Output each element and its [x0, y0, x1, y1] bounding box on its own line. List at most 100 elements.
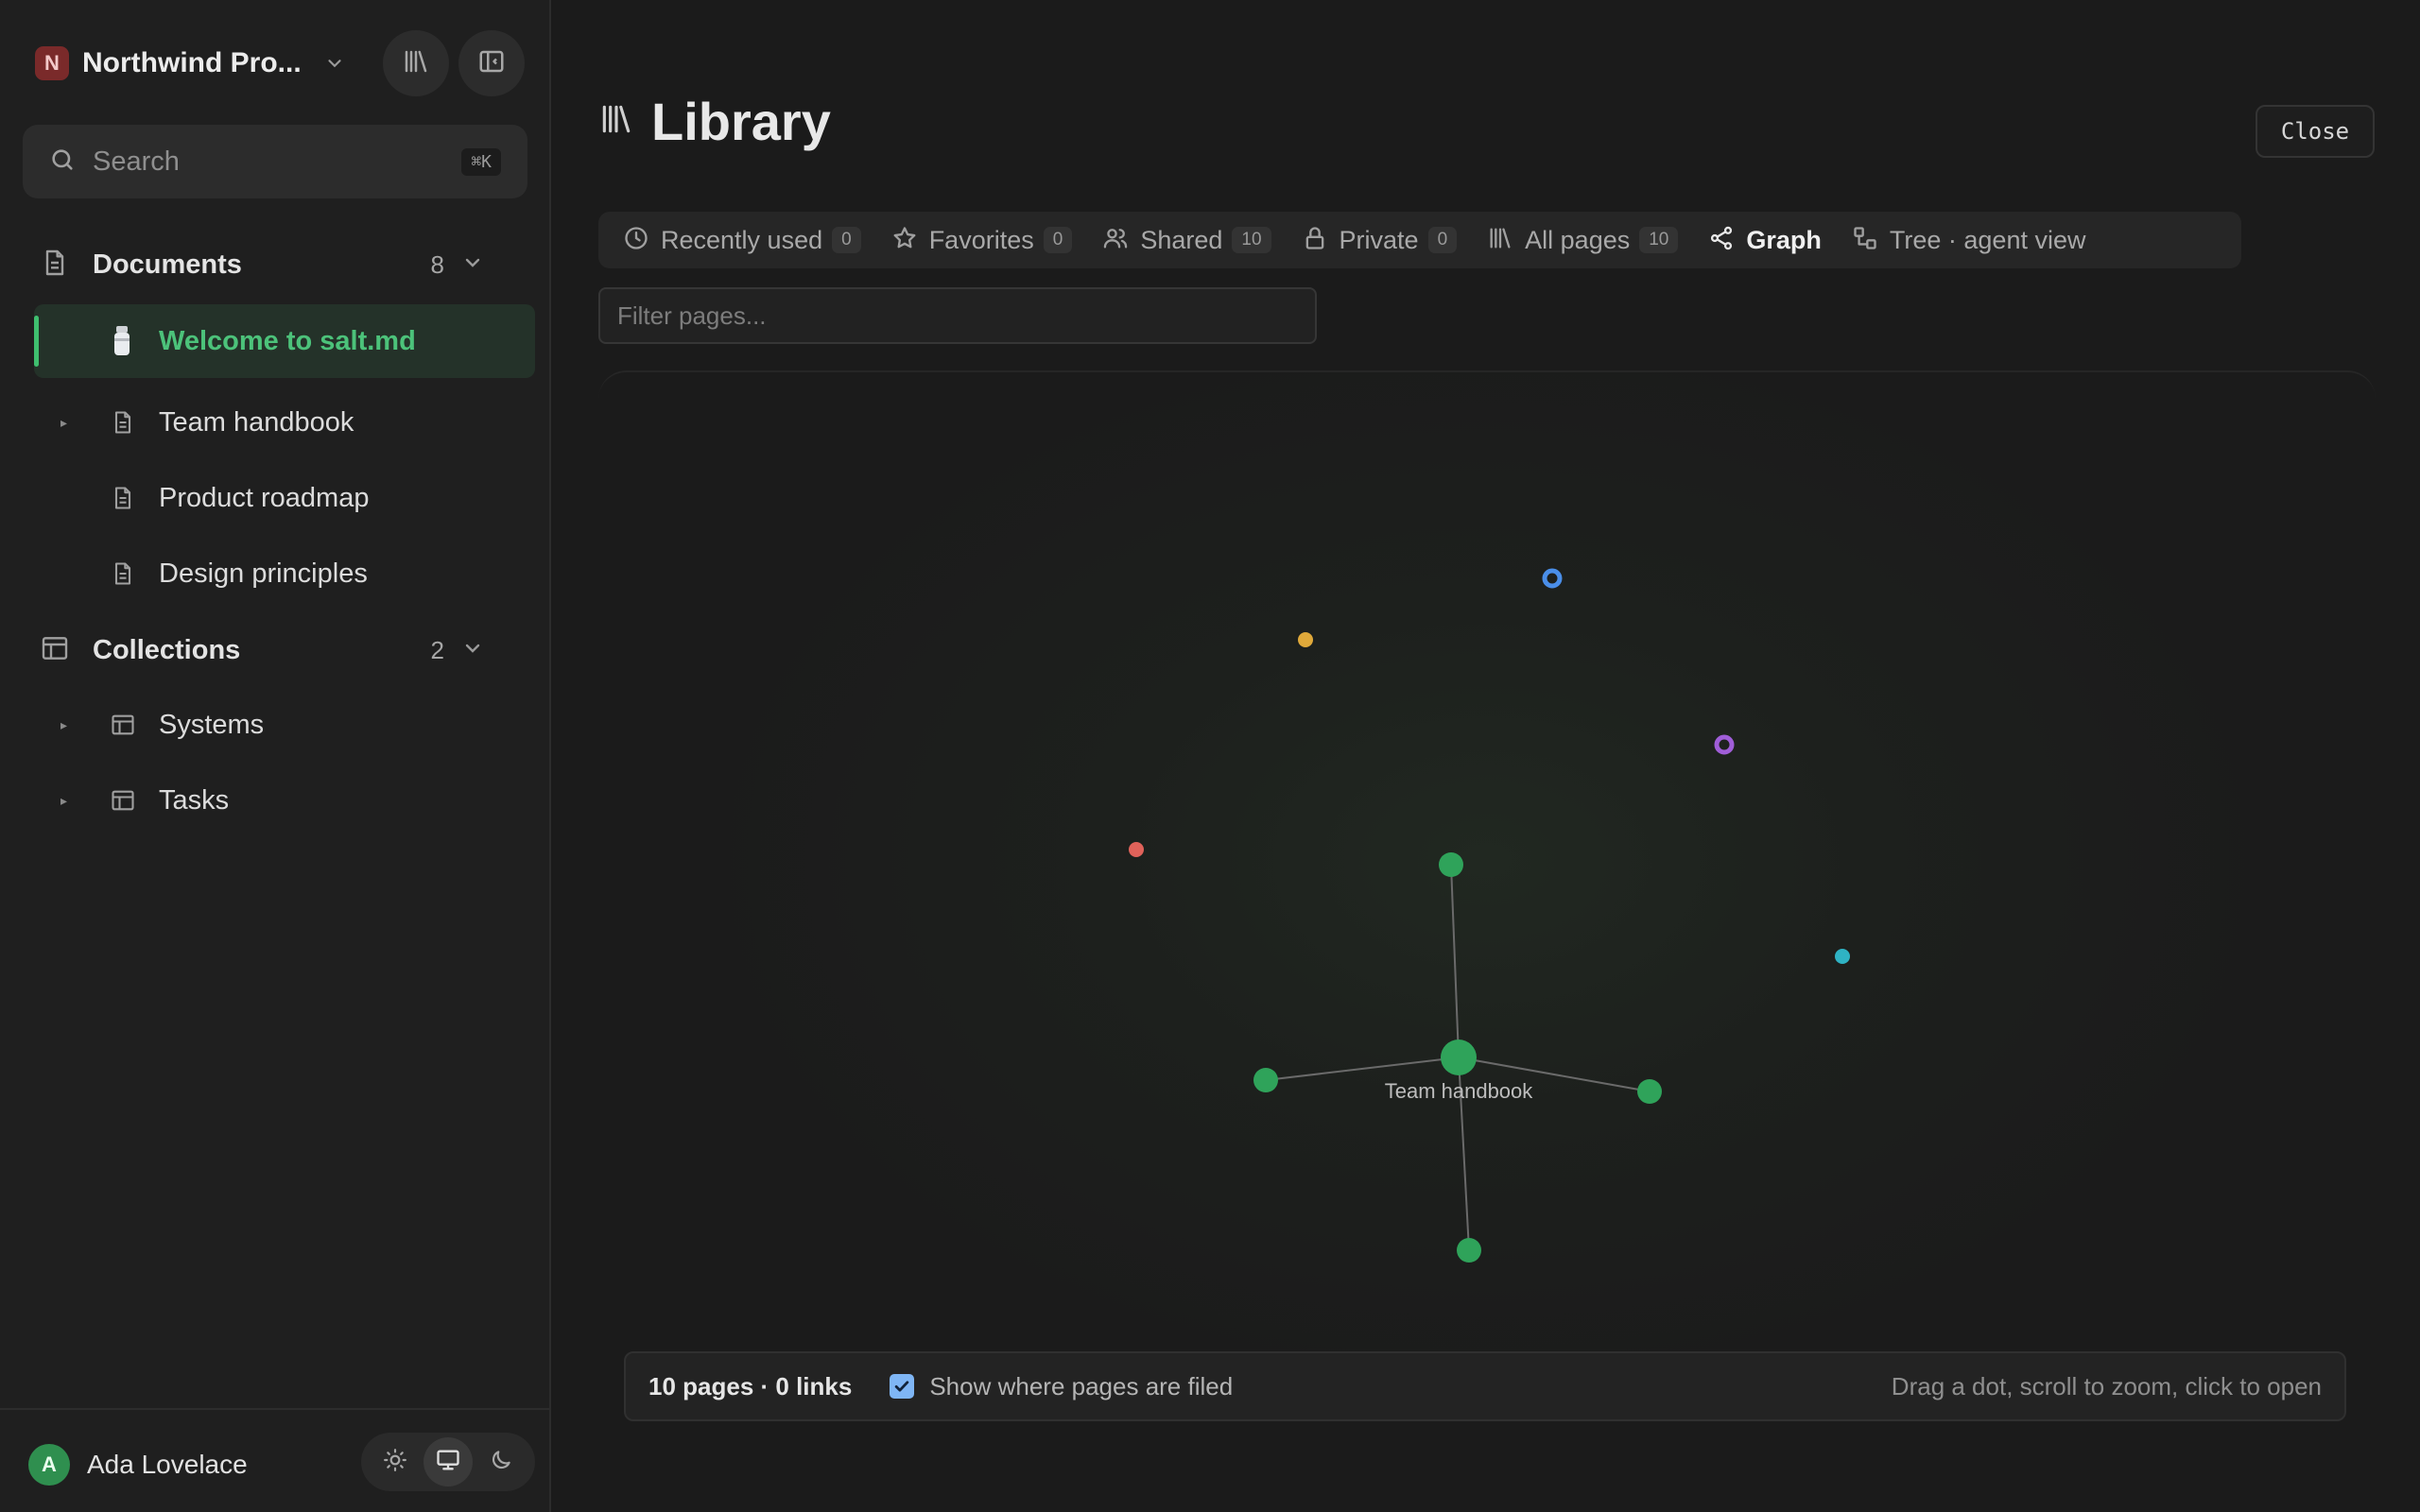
graph-node-team-handbook[interactable]	[1441, 1040, 1477, 1075]
graph-canvas[interactable]: Team handbook	[598, 370, 2376, 1457]
sidebar-item-design-principles[interactable]: Design principles	[34, 537, 535, 610]
chevron-down-icon	[461, 251, 484, 279]
tab-private[interactable]: Private 0	[1287, 217, 1473, 263]
graph-nodes[interactable]	[1129, 568, 1850, 1263]
chevron-down-icon	[322, 51, 347, 76]
sidebar-toggle-icon	[477, 47, 506, 80]
graph-node[interactable]	[1457, 1238, 1481, 1263]
collapse-sidebar-button[interactable]	[458, 30, 525, 96]
tab-label: Graph	[1746, 225, 1822, 254]
workspace-switcher[interactable]: N Northwind Pro...	[35, 40, 347, 87]
collections-icon	[40, 633, 70, 668]
sidebar-item-team-handbook[interactable]: ▸ Team handbook	[34, 386, 535, 459]
sidebar-item-label: Product roadmap	[159, 482, 370, 513]
section-documents[interactable]: Documents 8	[40, 236, 484, 293]
user-name[interactable]: Ada Lovelace	[87, 1450, 248, 1480]
dark-theme-button[interactable]	[476, 1437, 526, 1486]
tab-count: 10	[1232, 227, 1271, 253]
library-icon	[598, 101, 634, 142]
close-button[interactable]: Close	[2256, 105, 2375, 158]
tab-label: Shared	[1140, 225, 1223, 254]
table-icon	[110, 787, 136, 814]
tab-tree-agent-view[interactable]: Tree · agent view	[1837, 217, 2101, 263]
graph-node[interactable]	[1298, 632, 1313, 647]
graph-footer: 10 pages · 0 links Show where pages are …	[624, 1351, 2346, 1421]
table-icon	[110, 712, 136, 738]
sidebar-item-label: Welcome to salt.md	[159, 325, 416, 356]
show-filed-checkbox[interactable]	[890, 1374, 915, 1399]
workspace-badge: N	[35, 46, 69, 80]
graph-icon	[1708, 225, 1735, 256]
show-filed-label[interactable]: Show where pages are filed	[929, 1372, 1891, 1401]
expand-caret-icon[interactable]: ▸	[60, 793, 67, 809]
chevron-down-icon	[461, 637, 484, 664]
document-icon	[110, 409, 136, 436]
graph-node[interactable]	[1439, 852, 1463, 877]
system-theme-button[interactable]	[424, 1437, 473, 1486]
tab-recently-used[interactable]: Recently used 0	[608, 217, 876, 263]
star-icon	[891, 225, 918, 256]
graph-edge	[1265, 1057, 1460, 1081]
graph-edge	[1450, 864, 1460, 1058]
sidebar-item-systems[interactable]: ▸ Systems	[34, 688, 535, 762]
library-icon	[402, 47, 430, 80]
filter-placeholder: Filter pages...	[617, 301, 767, 330]
graph-node-label: Team handbook	[1385, 1079, 1534, 1103]
library-button[interactable]	[383, 30, 449, 96]
tab-graph[interactable]: Graph	[1693, 217, 1837, 263]
main-content: Library Close Recently used 0 Favorites …	[553, 0, 2420, 1512]
section-collections-label: Collections	[93, 634, 241, 665]
section-documents-label: Documents	[93, 249, 242, 280]
sun-icon	[383, 1448, 407, 1477]
tab-all-pages[interactable]: All pages 10	[1472, 217, 1693, 263]
graph-hint: Drag a dot, scroll to zoom, click to ope…	[1891, 1371, 2322, 1400]
search-placeholder: Search	[93, 146, 180, 177]
search-shortcut: ⌘K	[461, 147, 501, 176]
tab-label: All pages	[1525, 225, 1631, 254]
page-header: Library	[598, 91, 831, 152]
graph-node[interactable]	[1835, 949, 1850, 964]
document-icon	[110, 485, 136, 511]
sidebar-item-label: Design principles	[159, 558, 368, 589]
tree-icon	[1852, 225, 1878, 256]
sidebar-item-tasks[interactable]: ▸ Tasks	[34, 764, 535, 837]
sidebar: N Northwind Pro... Search ⌘K Documents 8	[0, 0, 551, 1512]
moon-icon	[489, 1448, 513, 1477]
section-collections[interactable]: Collections 2	[40, 622, 484, 679]
tab-label: Private	[1339, 225, 1419, 254]
sidebar-item-label: Team handbook	[159, 406, 354, 438]
graph-node[interactable]	[1542, 568, 1563, 589]
graph-node[interactable]	[1129, 842, 1144, 857]
library-icon	[1487, 225, 1513, 256]
section-collections-count: 2	[430, 635, 444, 664]
documents-icon	[40, 248, 70, 283]
tab-label: Recently used	[661, 225, 823, 254]
graph-node[interactable]	[1253, 1068, 1278, 1092]
sidebar-item-product-roadmap[interactable]: Product roadmap	[34, 461, 535, 535]
tab-label: Tree · agent view	[1889, 225, 2086, 254]
avatar[interactable]: A	[28, 1444, 70, 1486]
check-icon	[895, 1381, 909, 1392]
tab-count: 0	[1043, 227, 1073, 253]
document-icon	[110, 560, 136, 587]
tab-favorites[interactable]: Favorites 0	[876, 217, 1088, 263]
light-theme-button[interactable]	[371, 1437, 420, 1486]
theme-switcher	[361, 1433, 535, 1491]
expand-caret-icon[interactable]: ▸	[60, 415, 67, 431]
section-documents-count: 8	[430, 249, 444, 279]
sidebar-footer: A Ada Lovelace	[0, 1408, 551, 1512]
salt-shaker-icon	[110, 325, 134, 357]
filter-pages-input[interactable]: Filter pages...	[598, 287, 1317, 344]
library-tabs: Recently used 0 Favorites 0 Shared 10 Pr…	[598, 212, 2241, 268]
users-icon	[1102, 225, 1129, 256]
graph-svg[interactable]: Team handbook	[598, 372, 2376, 1457]
expand-caret-icon[interactable]: ▸	[60, 717, 67, 733]
graph-node[interactable]	[1714, 734, 1735, 755]
monitor-icon	[435, 1447, 461, 1478]
tab-shared[interactable]: Shared 10	[1087, 217, 1286, 263]
search-input[interactable]: Search ⌘K	[23, 125, 527, 198]
graph-node[interactable]	[1637, 1079, 1662, 1104]
tab-label: Favorites	[928, 225, 1034, 254]
page-title: Library	[651, 92, 831, 151]
sidebar-item-welcome[interactable]: Welcome to salt.md	[34, 304, 535, 378]
